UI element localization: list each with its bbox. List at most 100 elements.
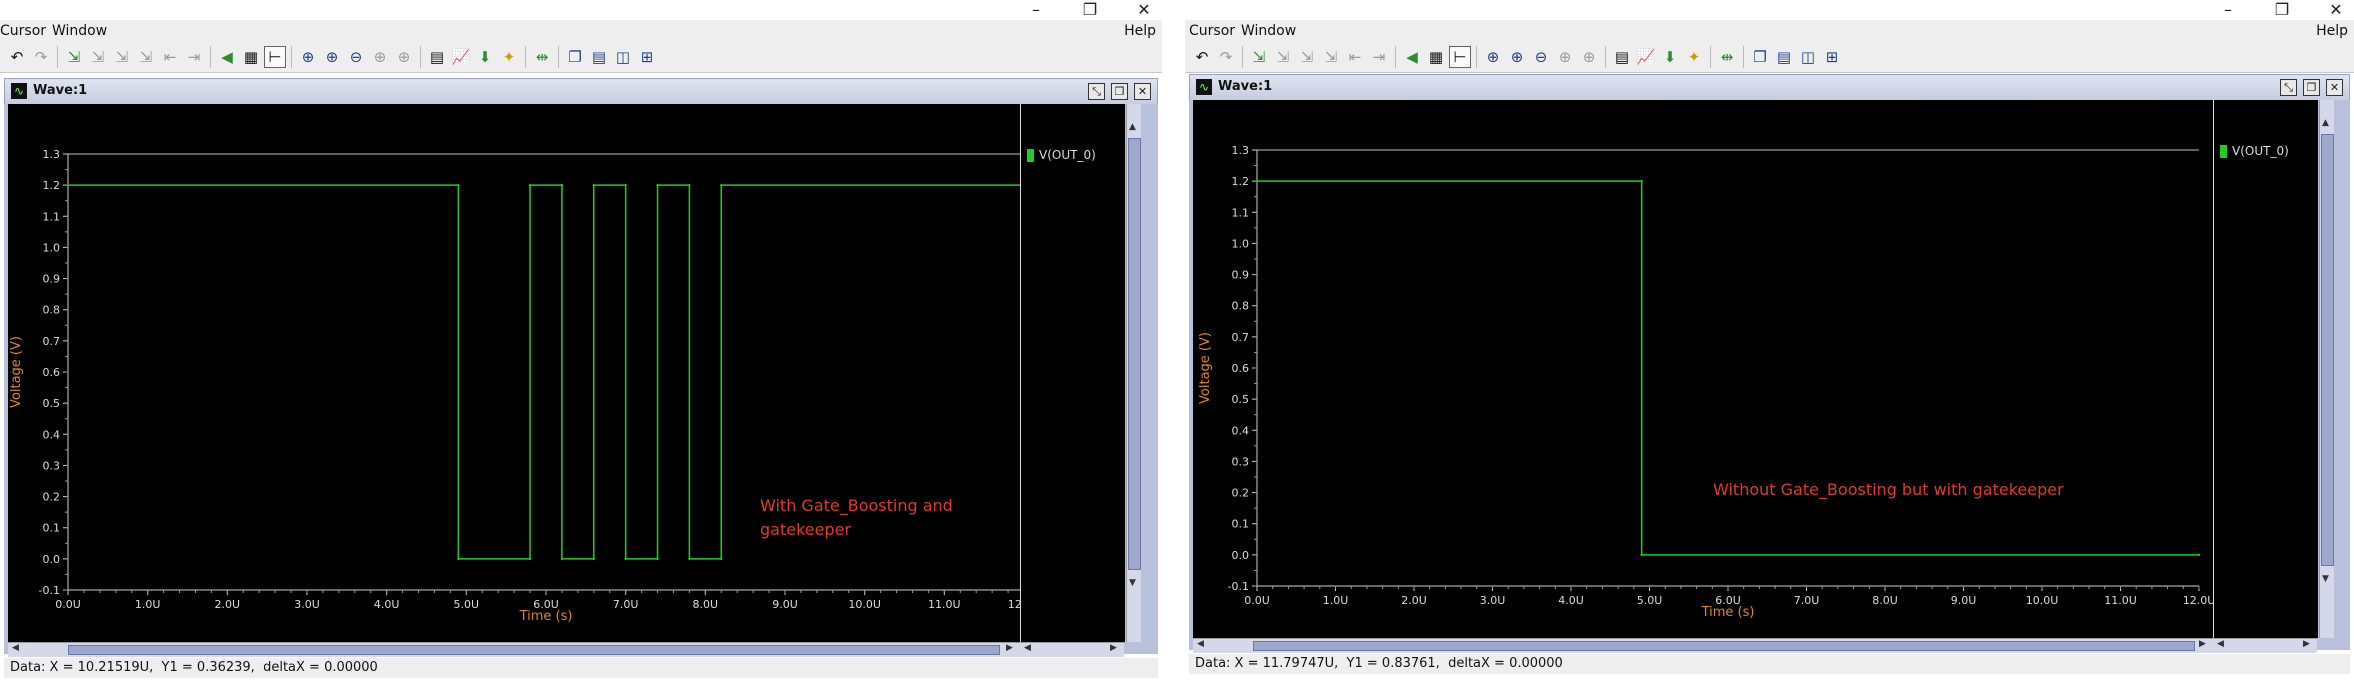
trace-down-icon[interactable]: ⬇: [1659, 46, 1681, 68]
add-trace-icon[interactable]: ⇲: [63, 46, 85, 68]
cursor-arrow-icon[interactable]: ◀: [216, 46, 238, 68]
tile-horizontal-icon[interactable]: ▤: [1773, 46, 1795, 68]
add-trace-icon[interactable]: ⇲: [1248, 46, 1270, 68]
legend-scrollbar[interactable]: ◀ ▶: [1020, 642, 1124, 657]
measure-table-icon[interactable]: ▤: [1611, 46, 1633, 68]
wand-icon[interactable]: ✦: [498, 46, 520, 68]
scroll-right-icon[interactable]: ▶: [2199, 639, 2206, 649]
frame-close-icon[interactable]: ✕: [2326, 79, 2343, 96]
add-marker-icon[interactable]: ⇲: [1272, 46, 1294, 68]
undo-icon[interactable]: ↶: [1191, 46, 1213, 68]
scroll-left-icon[interactable]: ◀: [1197, 639, 1204, 649]
scroll-down-icon[interactable]: ▼: [2322, 574, 2329, 584]
zoom-out-icon[interactable]: ⊖: [1530, 46, 1552, 68]
scroll-right-icon[interactable]: ▶: [1110, 643, 1117, 653]
tile-vertical-icon[interactable]: ◫: [1797, 46, 1819, 68]
fit-width-icon[interactable]: ⇹: [1716, 46, 1738, 68]
redo-icon[interactable]: ↷: [1215, 46, 1237, 68]
plot-area[interactable]: 1.3 1.2 1.1 1.0 0.9 0.8 0.7 0.6 0.5 0.4 0.3 0.2 0.1 0…: [8, 104, 1020, 642]
legend-item[interactable]: V(OUT_0): [2220, 144, 2289, 158]
vertical-scrollbar[interactable]: ▲ ▼: [1126, 104, 1141, 642]
zoom-y-icon[interactable]: ⊕: [393, 46, 415, 68]
frame-maximize-icon[interactable]: ❐: [1111, 83, 1128, 100]
menu-window[interactable]: Window: [52, 23, 107, 39]
horizontal-scrollbar[interactable]: ◀ ▶: [8, 642, 1020, 657]
menu-cursor[interactable]: Cursor: [0, 23, 46, 39]
measure-table-icon[interactable]: ▤: [426, 46, 448, 68]
zoom-in-icon[interactable]: ⊕: [1506, 46, 1528, 68]
minimize-button[interactable]: –: [1026, 1, 1046, 19]
frame-maximize-icon[interactable]: ❐: [2303, 79, 2320, 96]
redo-icon[interactable]: ↷: [30, 46, 52, 68]
restore-button[interactable]: ❐: [1080, 1, 1100, 19]
scroll-up-icon[interactable]: ▲: [2322, 118, 2329, 128]
scroll-right-icon[interactable]: ▶: [2303, 639, 2310, 649]
scroll-up-icon[interactable]: ▲: [1129, 122, 1136, 132]
scroll-thumb[interactable]: [68, 645, 1000, 655]
plot-area[interactable]: 1.3 1.2 1.1 1.0 0.9 0.8 0.7 0.6 0.5 0.4 0.3 0.2 0.1 0…: [1193, 100, 2213, 638]
data-point: [592, 557, 595, 561]
zoom-fit-icon[interactable]: ⊕: [1482, 46, 1504, 68]
menu-help[interactable]: Help: [1124, 23, 1156, 39]
scroll-right-icon[interactable]: ▶: [1006, 643, 1013, 653]
marker-prev-icon[interactable]: ⇤: [159, 46, 181, 68]
frame-close-icon[interactable]: ✕: [1134, 83, 1151, 100]
tile-horizontal-icon[interactable]: ▤: [588, 46, 610, 68]
wave-title: Wave:1: [33, 83, 88, 98]
move-marker-icon[interactable]: ⇲: [1296, 46, 1318, 68]
chart-icon[interactable]: 📈: [450, 46, 472, 68]
scroll-thumb[interactable]: [1128, 138, 1141, 570]
cursor-arrow-icon[interactable]: ◀: [1401, 46, 1423, 68]
scroll-left-icon[interactable]: ◀: [12, 643, 19, 653]
annotation-line-2: gatekeeper: [760, 520, 852, 539]
menu-help[interactable]: Help: [2316, 23, 2348, 39]
chart-icon[interactable]: 📈: [1635, 46, 1657, 68]
cursor-pair-icon[interactable]: ⊢: [264, 46, 286, 68]
scroll-down-icon[interactable]: ▼: [1129, 578, 1136, 588]
wand-icon[interactable]: ✦: [1683, 46, 1705, 68]
minimize-button[interactable]: –: [2218, 1, 2238, 19]
zoom-x-icon[interactable]: ⊕: [369, 46, 391, 68]
grid-icon[interactable]: ▦: [1425, 46, 1447, 68]
frame-restore-icon[interactable]: ⤡: [2280, 79, 2297, 96]
menu-cursor[interactable]: Cursor: [1189, 23, 1235, 39]
legend-scrollbar[interactable]: ◀ ▶: [2213, 638, 2317, 653]
scroll-left-icon[interactable]: ◀: [1024, 643, 1031, 653]
zoom-y-icon[interactable]: ⊕: [1578, 46, 1600, 68]
y-tick-label: 0.9: [43, 273, 61, 286]
y-tick-label: -0.1: [39, 584, 60, 597]
scroll-left-icon[interactable]: ◀: [2217, 639, 2224, 649]
frame-restore-icon[interactable]: ⤡: [1088, 83, 1105, 100]
add-marker-icon[interactable]: ⇲: [87, 46, 109, 68]
undo-icon[interactable]: ↶: [6, 46, 28, 68]
horizontal-scrollbar[interactable]: ◀ ▶: [1193, 638, 2213, 653]
zoom-out-icon[interactable]: ⊖: [345, 46, 367, 68]
zoom-in-icon[interactable]: ⊕: [321, 46, 343, 68]
trace-down-icon[interactable]: ⬇: [474, 46, 496, 68]
scroll-thumb[interactable]: [2321, 134, 2334, 566]
cursor-pair-icon[interactable]: ⊢: [1449, 46, 1471, 68]
cascade-icon[interactable]: ❐: [564, 46, 586, 68]
marker-next-icon[interactable]: ⇥: [183, 46, 205, 68]
legend-item[interactable]: V(OUT_0): [1027, 148, 1096, 162]
zoom-x-icon[interactable]: ⊕: [1554, 46, 1576, 68]
cascade-icon[interactable]: ❐: [1749, 46, 1771, 68]
move-marker-icon[interactable]: ⇲: [111, 46, 133, 68]
vertical-scrollbar[interactable]: ▲ ▼: [2319, 100, 2334, 638]
legend-swatch: [2220, 144, 2227, 158]
tile-vertical-icon[interactable]: ◫: [612, 46, 634, 68]
tile-grid-icon[interactable]: ⊞: [636, 46, 658, 68]
close-button[interactable]: ✕: [1134, 1, 1154, 19]
zoom-fit-icon[interactable]: ⊕: [297, 46, 319, 68]
marker-prev-icon[interactable]: ⇤: [1344, 46, 1366, 68]
restore-button[interactable]: ❐: [2272, 1, 2292, 19]
menu-window[interactable]: Window: [1241, 23, 1296, 39]
scroll-thumb[interactable]: [1253, 641, 2195, 651]
delete-marker-icon[interactable]: ⇲: [1320, 46, 1342, 68]
delete-marker-icon[interactable]: ⇲: [135, 46, 157, 68]
grid-icon[interactable]: ▦: [240, 46, 262, 68]
tile-grid-icon[interactable]: ⊞: [1821, 46, 1843, 68]
marker-next-icon[interactable]: ⇥: [1368, 46, 1390, 68]
fit-width-icon[interactable]: ⇹: [531, 46, 553, 68]
close-button[interactable]: ✕: [2326, 1, 2346, 19]
